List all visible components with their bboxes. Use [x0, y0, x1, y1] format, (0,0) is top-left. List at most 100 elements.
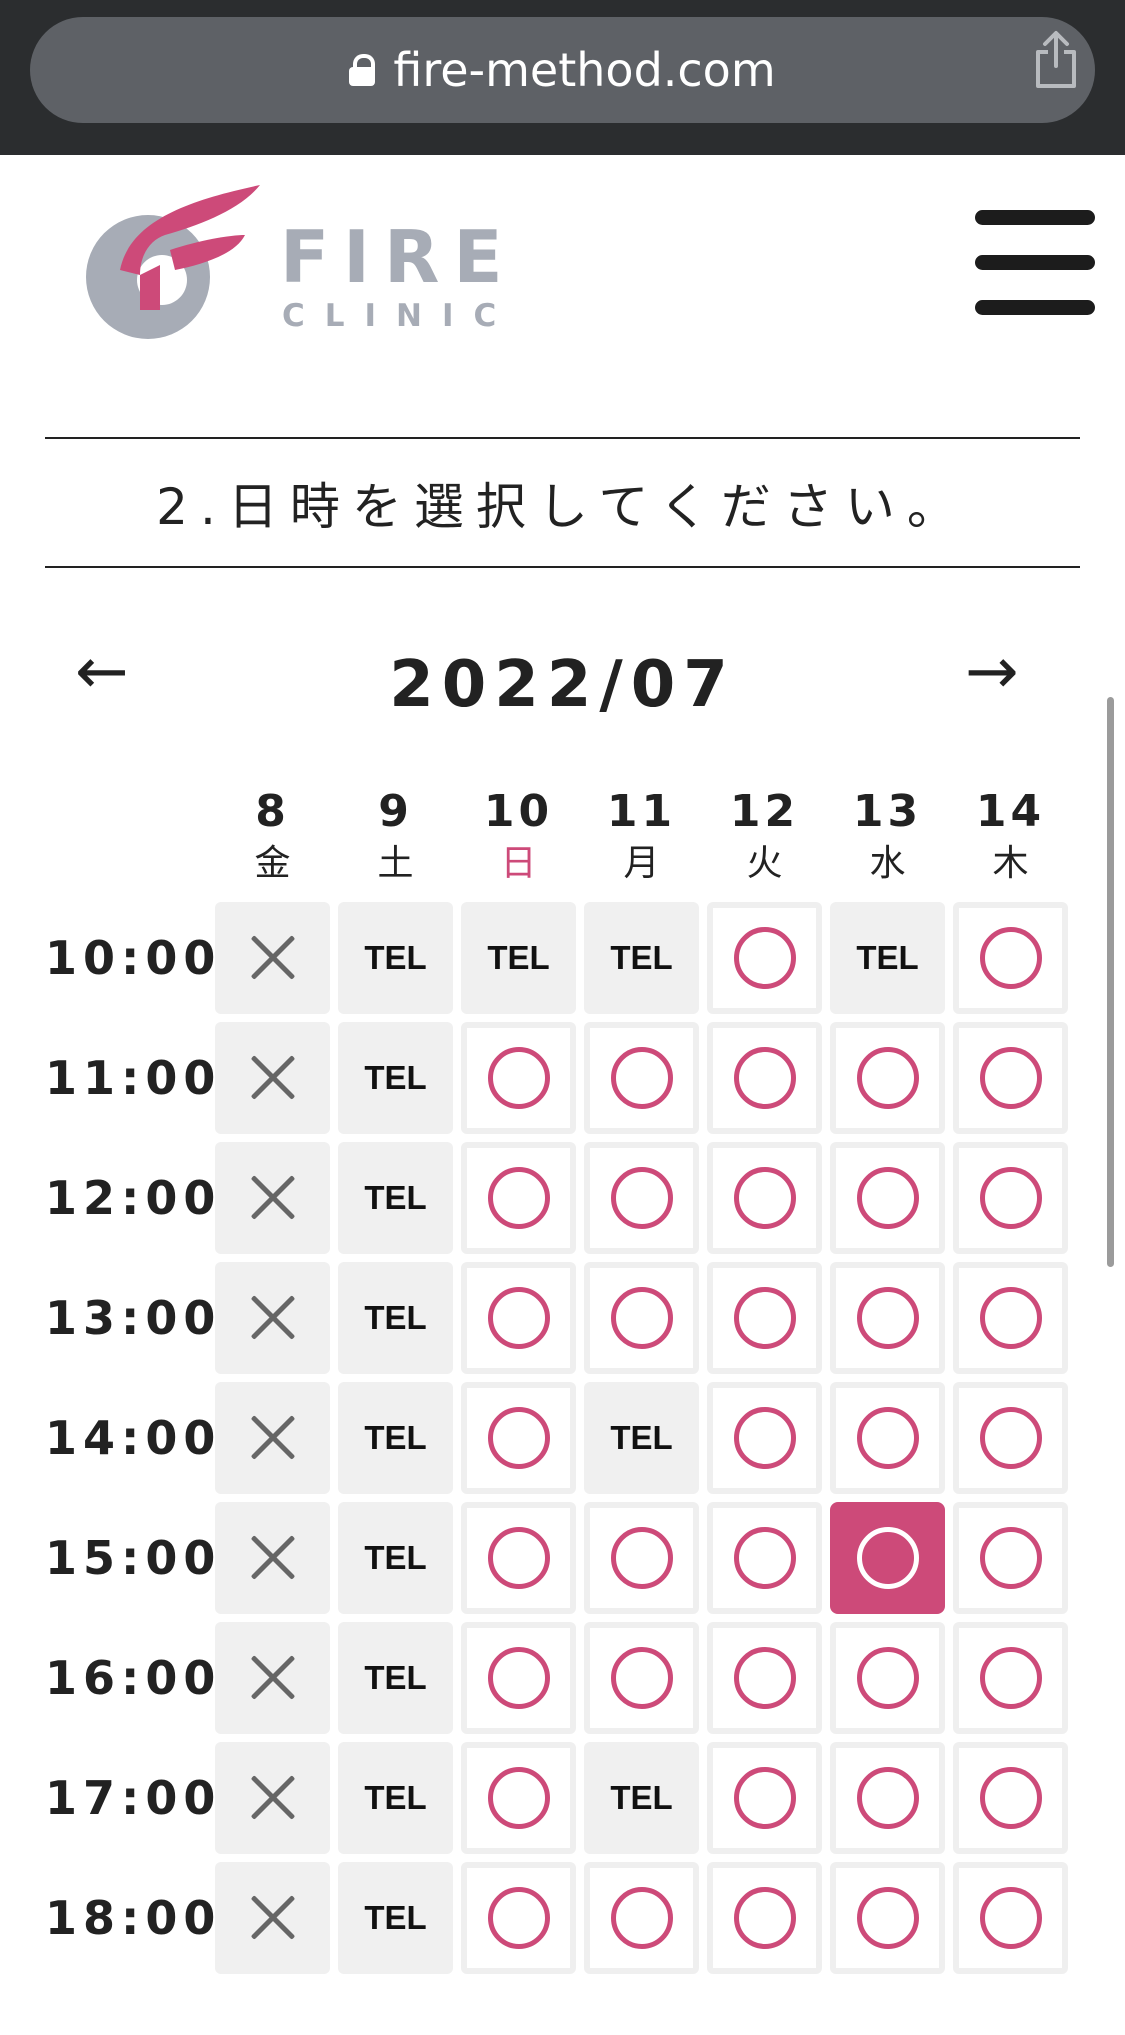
day-number: 10 — [483, 786, 554, 837]
slot-available[interactable] — [584, 1502, 699, 1614]
slot-tel: TEL — [584, 902, 699, 1014]
circle-icon — [733, 1767, 796, 1829]
slot-available[interactable] — [953, 1022, 1068, 1134]
slot-available[interactable] — [953, 1262, 1068, 1374]
time-label: 17:00 — [45, 1771, 222, 1825]
circle-icon — [487, 1047, 550, 1109]
circle-icon — [856, 1407, 919, 1469]
slot-available[interactable] — [830, 1382, 945, 1494]
address-bar[interactable]: fire-method.com — [30, 17, 1095, 123]
slot-unavailable — [215, 1142, 330, 1254]
time-label: 13:00 — [45, 1291, 222, 1345]
day-header: 10 日 — [457, 790, 580, 882]
slot-available[interactable] — [830, 1622, 945, 1734]
scrollbar[interactable] — [1107, 697, 1114, 1267]
slot-available[interactable] — [461, 1022, 576, 1134]
slot-available[interactable] — [707, 1742, 822, 1854]
time-label: 15:00 — [45, 1531, 222, 1585]
day-weekday: 土 — [377, 843, 414, 884]
url-display[interactable]: fire-method.com — [30, 17, 1095, 123]
circle-icon — [610, 1047, 673, 1109]
slot-available[interactable] — [461, 1742, 576, 1854]
slot-available[interactable] — [953, 902, 1068, 1014]
slot-available[interactable] — [461, 1502, 576, 1614]
day-weekday: 火 — [746, 843, 783, 884]
logo-fire-text: FIRE — [280, 215, 517, 299]
slot-available[interactable] — [830, 1022, 945, 1134]
circle-icon — [979, 1647, 1042, 1709]
slot-available[interactable] — [707, 1622, 822, 1734]
circle-icon — [610, 1647, 673, 1709]
day-header: 9土 — [334, 790, 457, 882]
month-label: 2022/07 — [389, 648, 736, 722]
menu-hamburger-icon[interactable] — [975, 210, 1095, 316]
slot-available[interactable] — [584, 1622, 699, 1734]
slot-tel: TEL — [830, 902, 945, 1014]
tel-label: TEL — [364, 1299, 427, 1336]
slot-available[interactable] — [461, 1622, 576, 1734]
time-label: 12:00 — [45, 1171, 222, 1225]
day-number: 14 — [975, 786, 1046, 837]
slot-tel: TEL — [338, 902, 453, 1014]
slot-selected[interactable] — [830, 1502, 945, 1614]
slot-available[interactable] — [584, 1262, 699, 1374]
day-weekday: 木 — [992, 843, 1029, 884]
title-bottom-rule — [45, 566, 1080, 568]
slot-available[interactable] — [584, 1022, 699, 1134]
circle-icon — [979, 927, 1042, 989]
day-weekday: 月 — [623, 843, 660, 884]
browser-top-bar: fire-method.com — [0, 0, 1125, 155]
day-number: 9 — [378, 786, 413, 837]
slot-tel: TEL — [338, 1502, 453, 1614]
slot-available[interactable] — [584, 1862, 699, 1974]
tel-label: TEL — [610, 1419, 673, 1456]
logo-clinic-text: CLINIC — [282, 298, 517, 334]
share-icon[interactable] — [1032, 30, 1080, 90]
slot-available[interactable] — [707, 1382, 822, 1494]
day-header: 13 水 — [826, 790, 949, 882]
tel-label: TEL — [364, 1899, 427, 1936]
day-number: 8 — [255, 786, 290, 837]
slot-available[interactable] — [953, 1622, 1068, 1734]
slot-available[interactable] — [953, 1742, 1068, 1854]
circle-icon — [733, 1047, 796, 1109]
slot-unavailable — [215, 1262, 330, 1374]
slot-tel: TEL — [461, 902, 576, 1014]
slot-available[interactable] — [707, 1142, 822, 1254]
circle-icon — [733, 1647, 796, 1709]
slot-available[interactable] — [461, 1142, 576, 1254]
circle-icon — [979, 1887, 1042, 1949]
slot-available[interactable] — [830, 1142, 945, 1254]
slot-available[interactable] — [461, 1262, 576, 1374]
next-month-button[interactable]: → — [965, 640, 1019, 704]
slot-available[interactable] — [707, 1862, 822, 1974]
slot-available[interactable] — [830, 1742, 945, 1854]
slot-available[interactable] — [953, 1862, 1068, 1974]
slot-available[interactable] — [830, 1262, 945, 1374]
tel-label: TEL — [364, 939, 427, 976]
slot-available[interactable] — [953, 1382, 1068, 1494]
circle-icon — [487, 1767, 550, 1829]
tel-label: TEL — [487, 939, 550, 976]
cross-icon — [248, 1053, 298, 1103]
time-label: 10:00 — [45, 931, 222, 985]
slot-available[interactable] — [707, 1502, 822, 1614]
slot-unavailable — [215, 1742, 330, 1854]
slot-available[interactable] — [830, 1862, 945, 1974]
circle-icon — [610, 1887, 673, 1949]
section-title: 2.日時を選択してください。 — [156, 478, 969, 536]
slot-available[interactable] — [461, 1862, 576, 1974]
slot-available[interactable] — [584, 1142, 699, 1254]
slot-available[interactable] — [707, 902, 822, 1014]
circle-icon — [733, 1407, 796, 1469]
slot-available[interactable] — [707, 1262, 822, 1374]
slot-available[interactable] — [953, 1142, 1068, 1254]
circle-icon — [979, 1047, 1042, 1109]
slot-tel: TEL — [338, 1022, 453, 1134]
cross-icon — [248, 1533, 298, 1583]
day-header: 11 月 — [580, 790, 703, 882]
slot-available[interactable] — [707, 1022, 822, 1134]
slot-available[interactable] — [953, 1502, 1068, 1614]
slot-tel: TEL — [584, 1382, 699, 1494]
slot-available[interactable] — [461, 1382, 576, 1494]
